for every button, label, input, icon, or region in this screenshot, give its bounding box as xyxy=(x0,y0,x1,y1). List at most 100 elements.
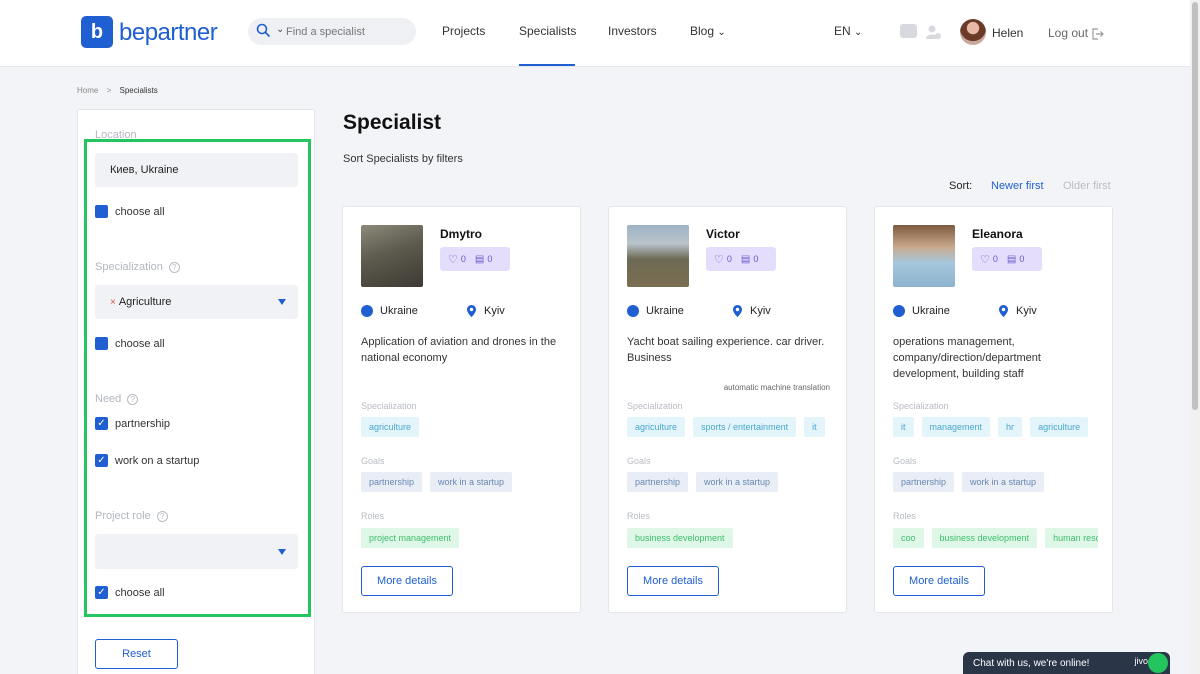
nav-projects[interactable]: Projects xyxy=(442,24,485,38)
messages-count: 0 xyxy=(753,254,759,264)
stats-badge: ♡ 0 ▤ 0 xyxy=(706,247,776,271)
country: Ukraine xyxy=(893,305,950,317)
heart-icon: ♡ xyxy=(714,253,724,266)
specialization-tags: agriculture xyxy=(361,417,566,437)
likes-count: 0 xyxy=(460,254,466,264)
breadcrumb-home[interactable]: Home xyxy=(77,86,98,95)
logo-text[interactable]: bepartner xyxy=(119,19,218,47)
roles-heading: Roles xyxy=(893,511,917,521)
role-tag: coo xyxy=(893,528,924,548)
specialization-tags: it management hr agriculture xyxy=(893,417,1098,437)
goal-tag: partnership xyxy=(893,472,955,492)
location-pin-icon xyxy=(467,305,476,317)
specialization-heading: Specialization xyxy=(361,401,417,411)
goals-heading: Goals xyxy=(627,456,651,466)
specialization-tag: agriculture xyxy=(627,417,686,437)
specialization-heading: Specialization xyxy=(627,401,683,411)
heart-icon: ♡ xyxy=(980,253,990,266)
role-tag: business development xyxy=(931,528,1038,548)
roles-heading: Roles xyxy=(627,511,651,521)
search-icon[interactable] xyxy=(256,23,271,38)
user-name[interactable]: Helen xyxy=(992,26,1023,40)
logo-icon[interactable]: b xyxy=(81,16,113,48)
nav-investors[interactable]: Investors xyxy=(608,24,657,38)
specialist-name[interactable]: Dmytro xyxy=(440,227,482,241)
goals-heading: Goals xyxy=(893,456,917,466)
specialist-photo[interactable] xyxy=(361,225,423,287)
globe-icon xyxy=(893,305,905,317)
heart-icon: ♡ xyxy=(448,253,458,266)
scrollbar-thumb[interactable] xyxy=(1192,2,1198,410)
country-label: Ukraine xyxy=(646,305,684,317)
goals-heading: Goals xyxy=(361,456,385,466)
nav-specialists[interactable]: Specialists xyxy=(519,24,576,38)
logout-button[interactable]: Log out xyxy=(1048,26,1105,40)
page-subtitle: Sort Specialists by filters xyxy=(343,153,463,165)
goals-tags: partnership work in a startup xyxy=(361,472,566,492)
filter-highlight-box xyxy=(84,139,311,617)
chevron-down-icon[interactable]: ⌄ xyxy=(276,24,284,35)
specialist-description: operations management, company/direction… xyxy=(893,336,1041,380)
city: Kyiv xyxy=(733,305,771,317)
logout-label: Log out xyxy=(1048,26,1089,40)
sort-older-first[interactable]: Older first xyxy=(1063,180,1111,192)
specialist-card: Eleanora ♡ 0 ▤ 0 Ukraine Kyiv operations m… xyxy=(874,206,1113,613)
chat-brand: jivo xyxy=(1134,656,1148,666)
country: Ukraine xyxy=(627,305,684,317)
breadcrumb: Home > Specialists xyxy=(77,86,164,95)
role-tag: project management xyxy=(361,528,460,548)
roles-tags: project management xyxy=(361,528,566,548)
city-label: Kyiv xyxy=(750,305,771,317)
reset-button[interactable]: Reset xyxy=(95,639,178,669)
language-value: EN xyxy=(834,24,851,38)
nav-blog[interactable]: Blog ⌄ xyxy=(690,24,726,38)
more-details-button[interactable]: More details xyxy=(361,566,453,596)
chat-widget[interactable]: Chat with us, we're online! jivo xyxy=(963,652,1170,674)
likes-count: 0 xyxy=(992,254,998,264)
specialist-name[interactable]: Victor xyxy=(706,227,740,241)
specialization-heading: Specialization xyxy=(893,401,949,411)
role-tag: human resources xyxy=(1045,528,1098,548)
specialization-tags: agriculture sports / entertainment it xyxy=(627,417,832,437)
logout-icon xyxy=(1092,28,1105,40)
location-pin-icon xyxy=(733,305,742,317)
city: Kyiv xyxy=(999,305,1037,317)
goal-tag: partnership xyxy=(361,472,423,492)
message-icon: ▤ xyxy=(740,253,751,265)
breadcrumb-current: Specialists xyxy=(119,86,158,95)
goals-tags: partnership work in a startup xyxy=(893,472,1098,492)
search-input[interactable] xyxy=(286,22,408,41)
messages-count: 0 xyxy=(487,254,493,264)
likes-count: 0 xyxy=(726,254,732,264)
globe-icon xyxy=(627,305,639,317)
chevron-right-icon: > xyxy=(106,86,112,95)
specialist-description: Application of aviation and drones in th… xyxy=(361,336,557,364)
roles-tags: business development xyxy=(627,528,832,548)
user-settings-icon[interactable] xyxy=(926,24,942,40)
specialization-tag: it xyxy=(804,417,825,437)
roles-heading: Roles xyxy=(361,511,385,521)
sort-newer-first[interactable]: Newer first xyxy=(991,180,1044,192)
country: Ukraine xyxy=(361,305,418,317)
avatar[interactable] xyxy=(960,19,986,45)
message-icon: ▤ xyxy=(474,253,485,265)
specialist-photo[interactable] xyxy=(627,225,689,287)
search-bar[interactable]: ⌄ xyxy=(248,18,416,45)
specialization-tag: it xyxy=(893,417,914,437)
specialist-name[interactable]: Eleanora xyxy=(972,227,1023,241)
more-details-button[interactable]: More details xyxy=(627,566,719,596)
chevron-down-icon: ⌄ xyxy=(854,27,863,38)
language-select[interactable]: EN ⌄ xyxy=(834,24,862,38)
globe-icon xyxy=(361,305,373,317)
city: Kyiv xyxy=(467,305,505,317)
goals-tags: partnership work in a startup xyxy=(627,472,832,492)
chevron-down-icon: ⌄ xyxy=(717,27,726,38)
message-icon: ▤ xyxy=(1006,253,1017,265)
specialization-tag: management xyxy=(921,417,991,437)
messages-icon[interactable] xyxy=(900,24,917,38)
more-details-button[interactable]: More details xyxy=(893,566,985,596)
chat-status-icon xyxy=(1148,653,1168,673)
specialization-tag: agriculture xyxy=(1030,417,1089,437)
chat-widget-text: Chat with us, we're online! xyxy=(973,657,1090,669)
specialist-photo[interactable] xyxy=(893,225,955,287)
